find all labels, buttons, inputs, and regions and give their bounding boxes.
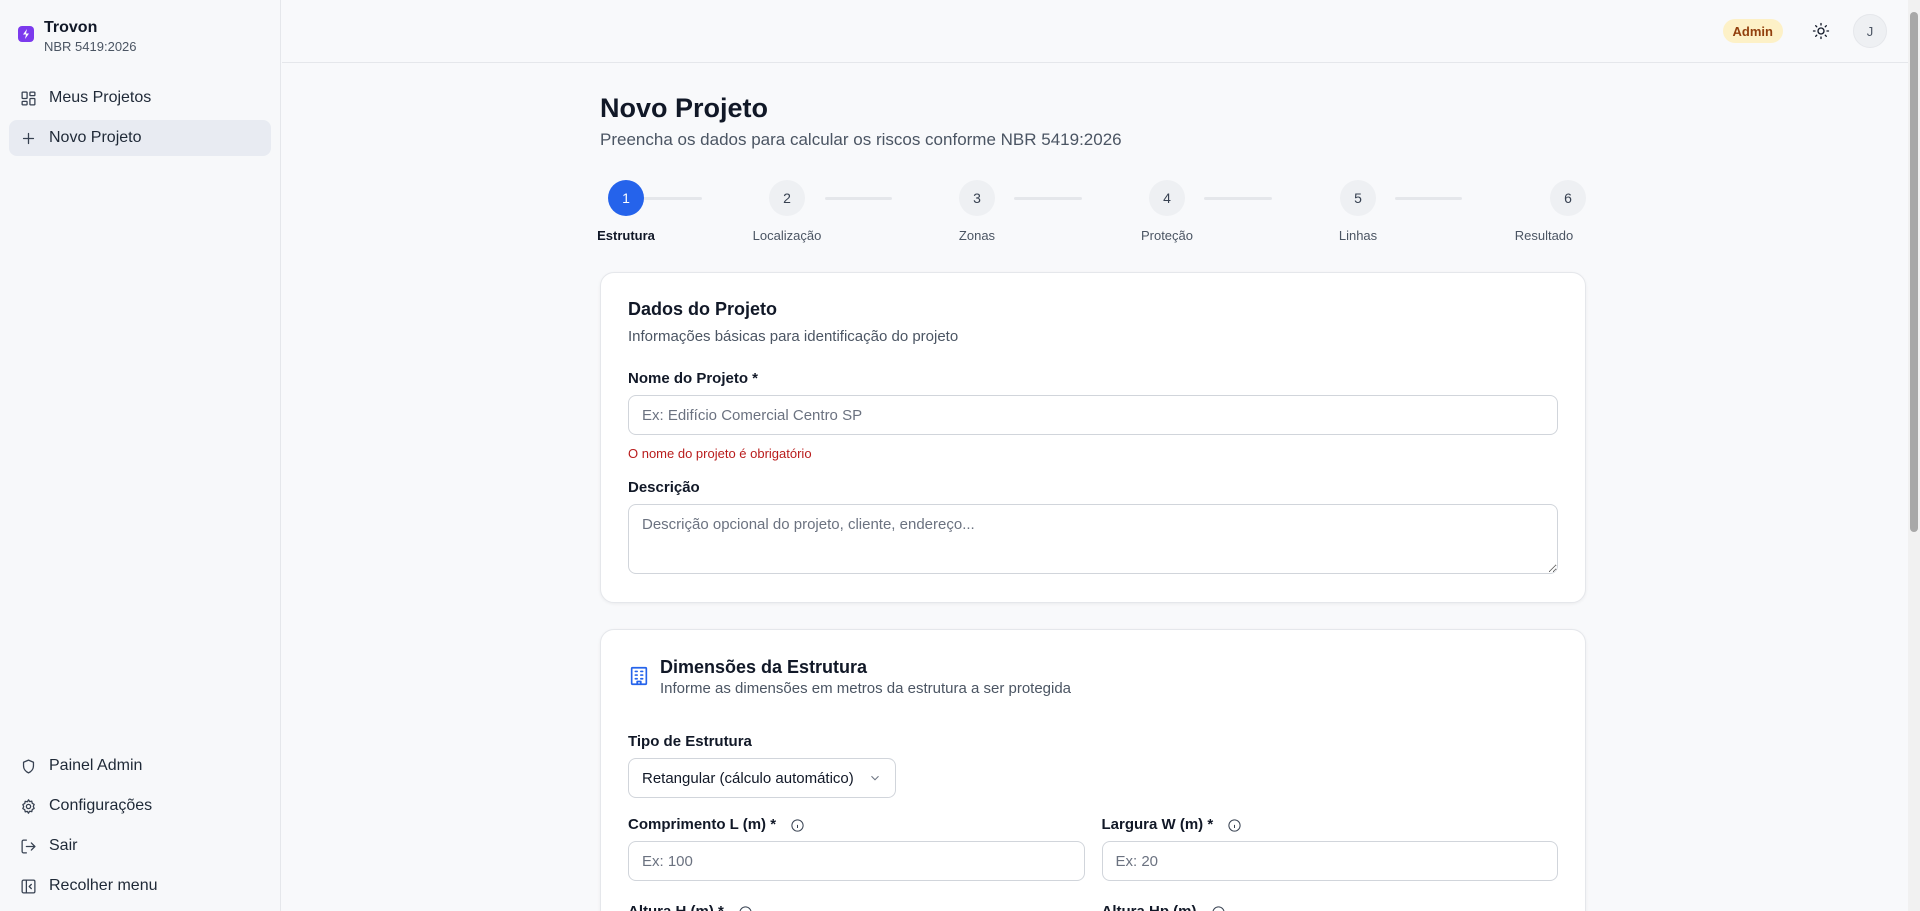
width-field: Largura W (m) * (1101, 816, 1559, 881)
length-label-text: Comprimento L (m) * (628, 816, 777, 833)
width-input[interactable] (1101, 841, 1558, 881)
chevron-down-icon (868, 771, 882, 785)
length-field: Comprimento L (m) * (628, 816, 1085, 881)
sidebar-item-label: Novo Projeto (49, 129, 142, 146)
description-label: Descrição (628, 479, 700, 496)
dimensions-row: Comprimento L (m) * Largura W (m) * (628, 816, 1558, 881)
heights-row: Altura H (m) * Altura Hp (m) (628, 903, 1558, 911)
shield-icon (19, 757, 37, 775)
gear-icon (19, 797, 37, 815)
sidebar-item-label: Meus Projetos (49, 89, 152, 106)
sidebar: Trovon NBR 5419:2026 Meus Projetos Novo … (0, 0, 281, 911)
step-label: Resultado (1514, 228, 1574, 243)
brand-subtitle: NBR 5419:2026 (44, 39, 137, 54)
step-estrutura[interactable]: 1 Estrutura (590, 180, 662, 243)
top-bar: Admin J (282, 0, 1920, 63)
step-protecao[interactable]: 4 Proteção (1127, 180, 1207, 243)
step-number: 6 (1550, 180, 1586, 216)
description-textarea[interactable] (628, 504, 1558, 574)
panel-collapse-icon (19, 877, 37, 895)
sidebar-item-configuracoes[interactable]: Configurações (9, 788, 271, 824)
avatar[interactable]: J (1853, 14, 1887, 48)
card-title: Dimensões da Estrutura (660, 657, 868, 677)
height-peak-label-text: Altura Hp (m) (1102, 903, 1197, 911)
step-connector (1395, 197, 1462, 200)
sidebar-item-painel-admin[interactable]: Painel Admin (9, 748, 271, 784)
project-data-card: Dados do Projeto Informações básicas par… (600, 272, 1586, 603)
sidebar-item-sair[interactable]: Sair (9, 828, 271, 864)
structure-type-label: Tipo de Estrutura (628, 733, 752, 750)
sidebar-item-recolher-menu[interactable]: Recolher menu (9, 868, 271, 904)
step-number: 3 (959, 180, 995, 216)
step-number: 5 (1340, 180, 1376, 216)
page-subtitle: Preencha os dados para calcular os risco… (600, 130, 1122, 149)
step-connector (825, 197, 892, 200)
structure-type-select[interactable]: Retangular (cálculo automático) (628, 758, 896, 798)
brand-title: Trovon (44, 19, 98, 36)
step-label: Linhas (1338, 228, 1378, 243)
step-connector (1204, 197, 1272, 200)
grid-icon (19, 89, 37, 107)
width-label-text: Largura W (m) * (1101, 816, 1214, 833)
step-number: 4 (1149, 180, 1185, 216)
info-icon[interactable] (1211, 905, 1226, 911)
step-label: Proteção (1140, 228, 1194, 243)
brand[interactable]: Trovon NBR 5419:2026 (18, 18, 137, 55)
length-label: Comprimento L (m) * (628, 816, 1085, 833)
info-icon[interactable] (790, 818, 805, 833)
plus-icon (19, 129, 37, 147)
logout-icon (19, 837, 37, 855)
project-name-input[interactable] (628, 395, 1558, 435)
step-zonas[interactable]: 3 Zonas (937, 180, 1017, 243)
height-peak-label: Altura Hp (m) (1102, 903, 1559, 911)
step-number: 2 (769, 180, 805, 216)
admin-badge: Admin (1722, 19, 1783, 43)
sidebar-item-label: Configurações (49, 797, 153, 814)
card-subtitle: Informações básicas para identificação d… (628, 328, 959, 345)
structure-type-value: Retangular (cálculo automático) (642, 769, 854, 787)
sidebar-item-label: Recolher menu (49, 877, 158, 894)
scrollbar-thumb[interactable] (1910, 12, 1918, 532)
step-label: Zonas (958, 228, 996, 243)
page-scrollbar[interactable] (1908, 0, 1920, 911)
width-label: Largura W (m) * (1102, 816, 1559, 833)
step-label: Estrutura (597, 228, 655, 243)
step-localizacao[interactable]: 2 Localização (747, 180, 827, 243)
sidebar-item-label: Painel Admin (49, 757, 143, 774)
dimensions-header: Dimensões da Estrutura Informe as dimens… (628, 657, 1558, 697)
step-connector (1014, 197, 1082, 200)
dimensions-card: Dimensões da Estrutura Informe as dimens… (600, 629, 1586, 911)
card-title: Dados do Projeto (628, 299, 778, 319)
sun-icon (1812, 22, 1830, 40)
sidebar-item-novo-projeto[interactable]: Novo Projeto (9, 120, 271, 156)
sidebar-top-nav: Meus Projetos Novo Projeto (9, 80, 271, 160)
step-label: Localização (752, 228, 822, 243)
info-icon[interactable] (738, 905, 753, 911)
project-name-error: O nome do projeto é obrigatório (628, 446, 812, 461)
sidebar-item-meus-projetos[interactable]: Meus Projetos (9, 80, 271, 116)
lightning-logo-icon (18, 26, 34, 42)
length-input[interactable] (628, 841, 1085, 881)
step-resultado[interactable]: 6 Resultado (1502, 180, 1586, 243)
stepper: 1 Estrutura 2 Localização 3 Zonas 4 Prot… (597, 180, 1586, 250)
project-name-label: Nome do Projeto * (628, 370, 759, 387)
height-label: Altura H (m) * (628, 903, 1085, 911)
step-number: 1 (608, 180, 644, 216)
theme-toggle-button[interactable] (1809, 19, 1833, 43)
card-subtitle: Informe as dimensões em metros da estrut… (660, 680, 1072, 697)
page-title: Novo Projeto (600, 93, 769, 123)
main-content: Novo Projeto Preencha os dados para calc… (597, 90, 1586, 911)
building-icon (628, 665, 650, 687)
step-linhas[interactable]: 5 Linhas (1318, 180, 1398, 243)
height-label-text: Altura H (m) * (628, 903, 724, 911)
height-peak-field: Altura Hp (m) (1102, 903, 1559, 911)
height-field: Altura H (m) * (628, 903, 1085, 911)
info-icon[interactable] (1227, 818, 1242, 833)
sidebar-item-label: Sair (49, 837, 78, 854)
sidebar-bottom-nav: Painel Admin Configurações Sair Recolher… (9, 748, 271, 908)
